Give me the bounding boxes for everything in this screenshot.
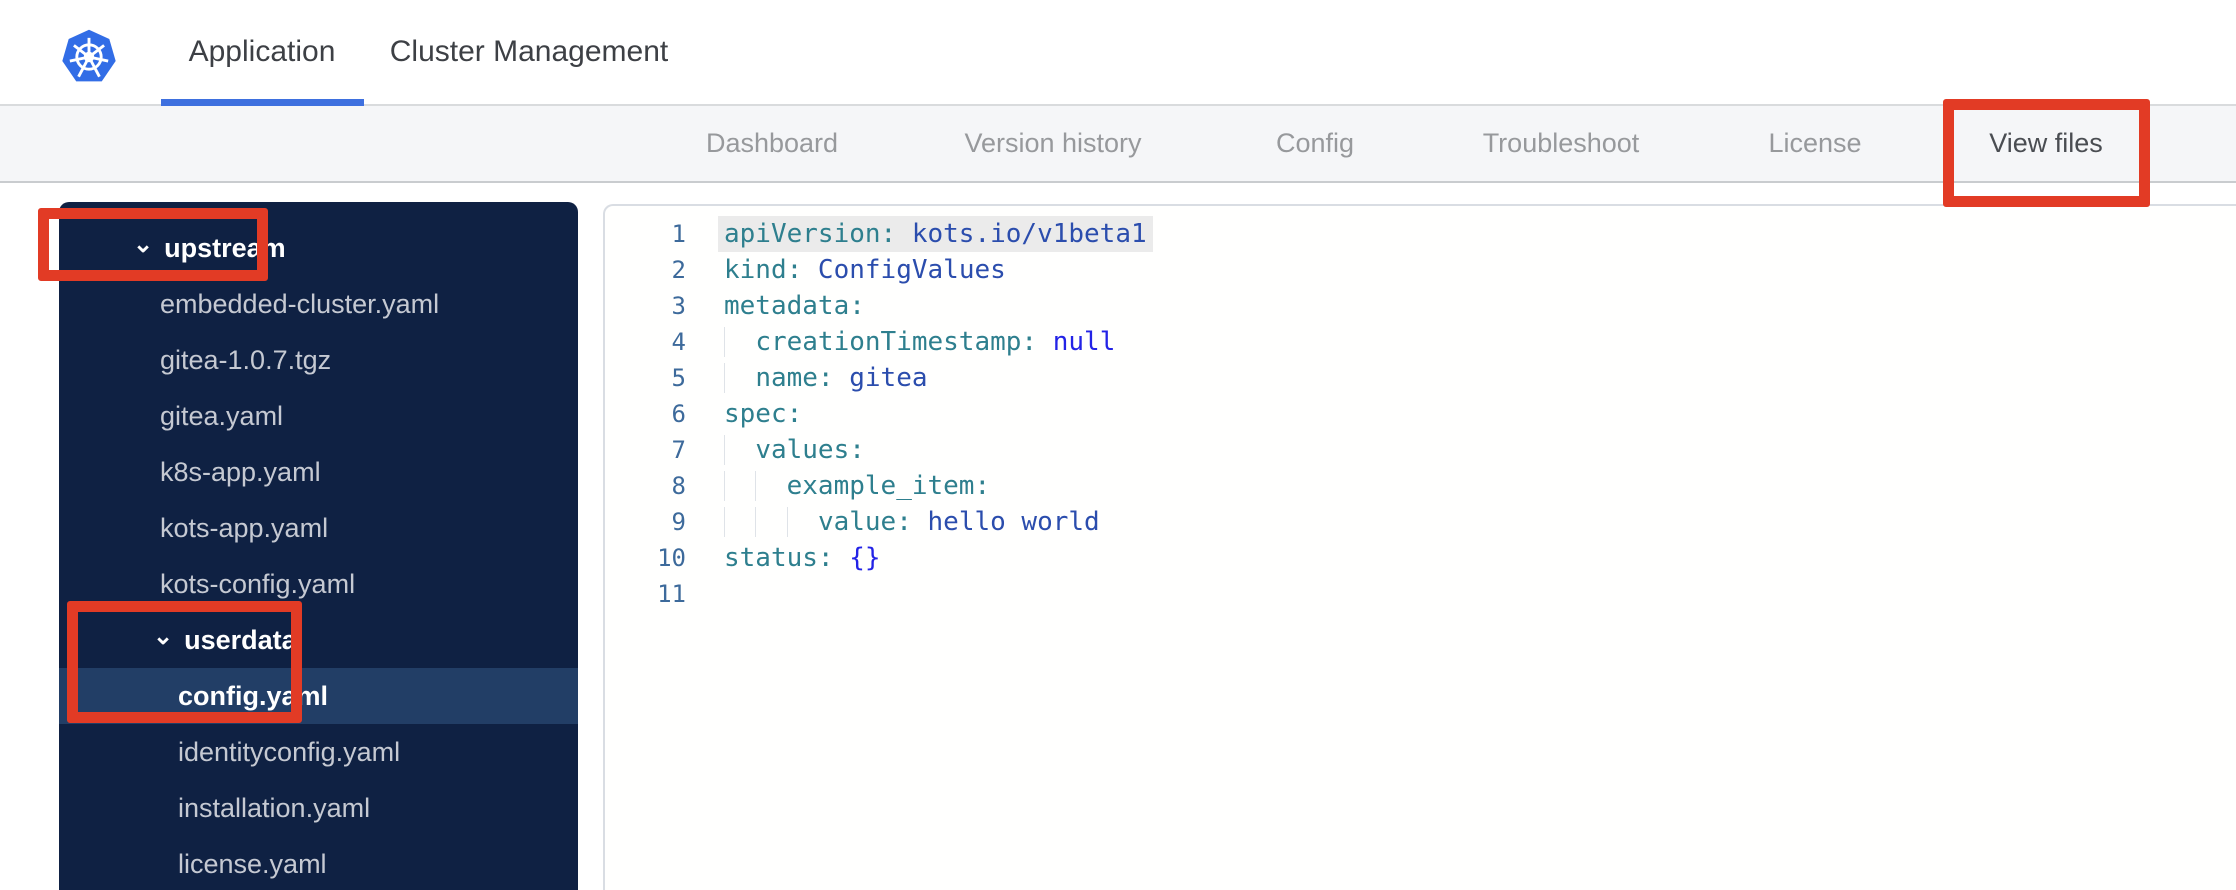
line-number: 11 (657, 580, 686, 608)
header-tab-cluster-management[interactable]: Cluster Management (390, 0, 668, 104)
application-active-underline (161, 99, 364, 106)
tree-file-kots-config-yaml[interactable]: kots-config.yaml (59, 556, 578, 612)
tree-file-installation-yaml[interactable]: installation.yaml (59, 780, 578, 836)
tree-file-identityconfig-yaml[interactable]: identityconfig.yaml (59, 724, 578, 780)
subnav-tab-troubleshoot[interactable]: Troubleshoot (1483, 106, 1640, 181)
file-content-viewer[interactable]: 1 apiVersion: kots.io/v1beta1 2 kind: Confi… (603, 204, 2236, 890)
tree-item-label: embedded-cluster.yaml (160, 288, 440, 319)
tree-item-label: userdata (184, 624, 297, 655)
tree-item-label: gitea-1.0.7.tgz (160, 344, 332, 375)
tree-file-license-yaml[interactable]: license.yaml (59, 836, 578, 890)
tree-item-label: k8s-app.yaml (160, 456, 321, 487)
code-content: spec: (724, 399, 803, 429)
code-content: value: hello world (724, 504, 1100, 540)
code-line-3: 3 metadata: (605, 288, 2236, 324)
line-number: 5 (671, 364, 686, 392)
tree-item-label: config.yaml (178, 680, 329, 711)
code-line-2: 2 kind: ConfigValues (605, 252, 2236, 288)
line-number: 1 (671, 220, 686, 248)
tree-file-config-yaml[interactable]: config.yaml (59, 668, 578, 724)
line-number: 8 (671, 472, 686, 500)
file-tree-sidebar: ⌄ upstream embedded-cluster.yaml gitea-1.0.… (59, 202, 578, 890)
subnav-tab-version-history[interactable]: Version history (964, 106, 1141, 181)
code-line-10: 10 status: {} (605, 540, 2236, 576)
tree-item-label: upstream (164, 232, 286, 263)
tree-file-gitea-yaml[interactable]: gitea.yaml (59, 388, 578, 444)
subnav-tab-view-files[interactable]: View files (1989, 106, 2103, 181)
code-content: metadata: (724, 291, 865, 321)
tree-item-label: kots-config.yaml (160, 568, 356, 599)
code-line-5: 5 name: gitea (605, 360, 2236, 396)
code-content: status: {} (724, 543, 881, 573)
tree-item-label: gitea.yaml (160, 400, 284, 431)
code-line-4: 4 creationTimestamp: null (605, 324, 2236, 360)
code-content: example_item: (724, 468, 991, 504)
tree-item-label: identityconfig.yaml (178, 736, 401, 767)
code-content: name: gitea (724, 360, 927, 396)
tree-item-label: kots-app.yaml (160, 512, 329, 543)
tree-item-label: license.yaml (178, 848, 327, 879)
code-line-8: 8 example_item: (605, 468, 2236, 504)
code-line-9: 9 value: hello world (605, 504, 2236, 540)
code-line-7: 7 values: (605, 432, 2236, 468)
chevron-down-icon: ⌄ (133, 230, 154, 258)
line-number: 2 (671, 256, 686, 284)
code-content: values: (724, 432, 865, 468)
code-content: kind: ConfigValues (724, 255, 1006, 285)
line-number: 9 (671, 508, 686, 536)
tree-file-embedded-cluster-yaml[interactable]: embedded-cluster.yaml (59, 276, 578, 332)
line-number: 10 (657, 544, 686, 572)
code-line-11: 11 (605, 576, 2236, 612)
kots-admin-console: Application Cluster Management Dashboard V… (0, 0, 2236, 890)
tree-folder-upstream[interactable]: ⌄ upstream (59, 220, 578, 276)
app-header: Application Cluster Management (0, 0, 2236, 106)
tree-file-gitea-1-0-7-tgz[interactable]: gitea-1.0.7.tgz (59, 332, 578, 388)
chevron-down-icon: ⌄ (153, 622, 174, 650)
code-content: creationTimestamp: null (724, 324, 1115, 360)
header-tab-application[interactable]: Application (189, 0, 336, 104)
line-number: 3 (671, 292, 686, 320)
subnav-tab-dashboard[interactable]: Dashboard (706, 106, 838, 181)
code-line-6: 6 spec: (605, 396, 2236, 432)
tree-file-kots-app-yaml[interactable]: kots-app.yaml (59, 500, 578, 556)
tree-file-k8s-app-yaml[interactable]: k8s-app.yaml (59, 444, 578, 500)
subnav-tab-license[interactable]: License (1768, 106, 1861, 181)
code-line-1: 1 apiVersion: kots.io/v1beta1 (605, 216, 2236, 252)
tree-folder-userdata[interactable]: ⌄ userdata (59, 612, 578, 668)
line-number: 4 (671, 328, 686, 356)
line-number: 7 (671, 436, 686, 464)
kubernetes-logo (62, 29, 116, 82)
tree-item-label: installation.yaml (178, 792, 371, 823)
code-content: apiVersion: kots.io/v1beta1 (724, 216, 1147, 252)
line-number: 6 (671, 400, 686, 428)
subnav-tab-config[interactable]: Config (1276, 106, 1354, 181)
app-subnav: Dashboard Version history Config Troublesho… (0, 106, 2236, 288)
